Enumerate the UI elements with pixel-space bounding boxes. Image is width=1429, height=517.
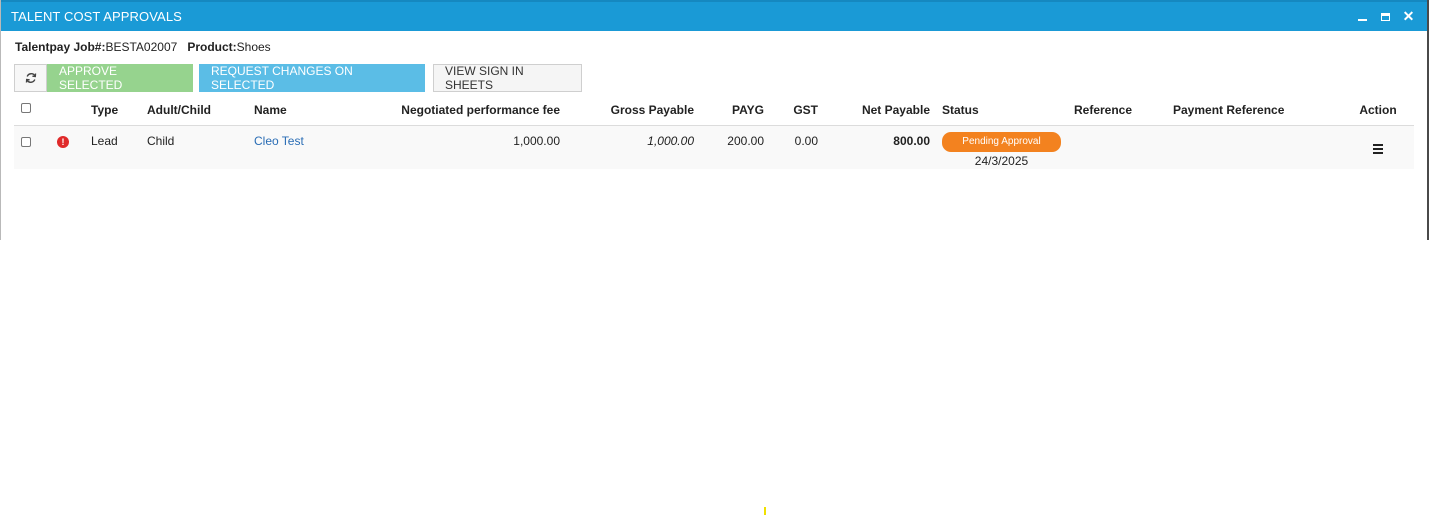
minimize-icon[interactable] [1356,10,1369,23]
row-payg: 200.00 [700,125,770,169]
row-gst: 0.00 [770,125,824,169]
status-header[interactable]: Status [936,96,1068,126]
gst-header[interactable]: GST [770,96,824,126]
alert-column-header [48,96,85,126]
text-cursor-marker [764,507,766,515]
name-header[interactable]: Name [248,96,358,126]
action-toolbar: APPROVE SELECTED REQUEST CHANGES ON SELE… [14,64,582,92]
status-date: 24/3/2025 [974,153,1029,168]
row-checkbox[interactable] [21,136,31,147]
row-reference [1068,125,1167,169]
row-adult-child: Child [141,125,248,169]
refresh-icon [25,73,36,83]
payment-reference-header[interactable]: Payment Reference [1167,96,1342,126]
row-select-cell [14,125,48,169]
request-changes-button[interactable]: REQUEST CHANGES ON SELECTED [199,64,425,92]
row-payment-reference [1167,125,1342,169]
row-fee: 1,000.00 [358,125,566,169]
talent-name-link[interactable]: Cleo Test [254,134,304,148]
fee-header[interactable]: Negotiated performance fee [358,96,566,126]
status-badge: Pending Approval [942,131,1061,152]
window-controls: ✕ [1356,9,1427,23]
row-alert-cell: ! [48,125,85,169]
window-titlebar: TALENT COST APPROVALS ✕ [1,0,1427,31]
row-gross-payable[interactable]: 1,000.00 [566,125,700,169]
approve-selected-button[interactable]: APPROVE SELECTED [47,64,193,92]
talent-cost-approvals-window: TALENT COST APPROVALS ✕ Talentpay Job#:B… [0,0,1429,240]
job-info: Talentpay Job#:BESTA02007 Product:Shoes [15,40,271,54]
row-type: Lead [85,125,141,169]
action-header: Action [1342,96,1414,126]
row-name: Cleo Test [248,125,358,169]
table-header-row: Type Adult/Child Name Negotiated perform… [14,96,1414,126]
alert-icon[interactable]: ! [57,135,69,148]
select-all-checkbox[interactable] [21,103,31,113]
gross-payable-header[interactable]: Gross Payable [566,96,700,126]
net-payable-header[interactable]: Net Payable [824,96,936,126]
job-number: BESTA02007 [105,40,178,54]
view-sign-in-sheets-button[interactable]: VIEW SIGN IN SHEETS [433,64,582,92]
reference-header[interactable]: Reference [1068,96,1167,126]
hamburger-menu-icon[interactable] [1373,143,1383,154]
product-label: Product: [187,40,237,54]
maximize-icon[interactable] [1379,10,1392,23]
row-action-cell [1342,125,1414,169]
select-all-cell [14,96,48,126]
row-status-cell: Pending Approval 24/3/2025 [936,125,1068,169]
adult-child-header[interactable]: Adult/Child [141,96,248,126]
job-label: Talentpay Job#: [15,40,106,54]
table-row: ! Lead Child Cleo Test 1,000.00 1,000.00… [14,125,1414,169]
type-header[interactable]: Type [85,96,141,126]
approvals-table: Type Adult/Child Name Negotiated perform… [14,96,1414,169]
row-net-payable: 800.00 [824,125,936,169]
payg-header[interactable]: PAYG [700,96,770,126]
window-title: TALENT COST APPROVALS [11,9,182,24]
close-icon[interactable]: ✕ [1402,9,1415,23]
product-value: Shoes [236,40,271,54]
refresh-button[interactable] [14,64,47,92]
